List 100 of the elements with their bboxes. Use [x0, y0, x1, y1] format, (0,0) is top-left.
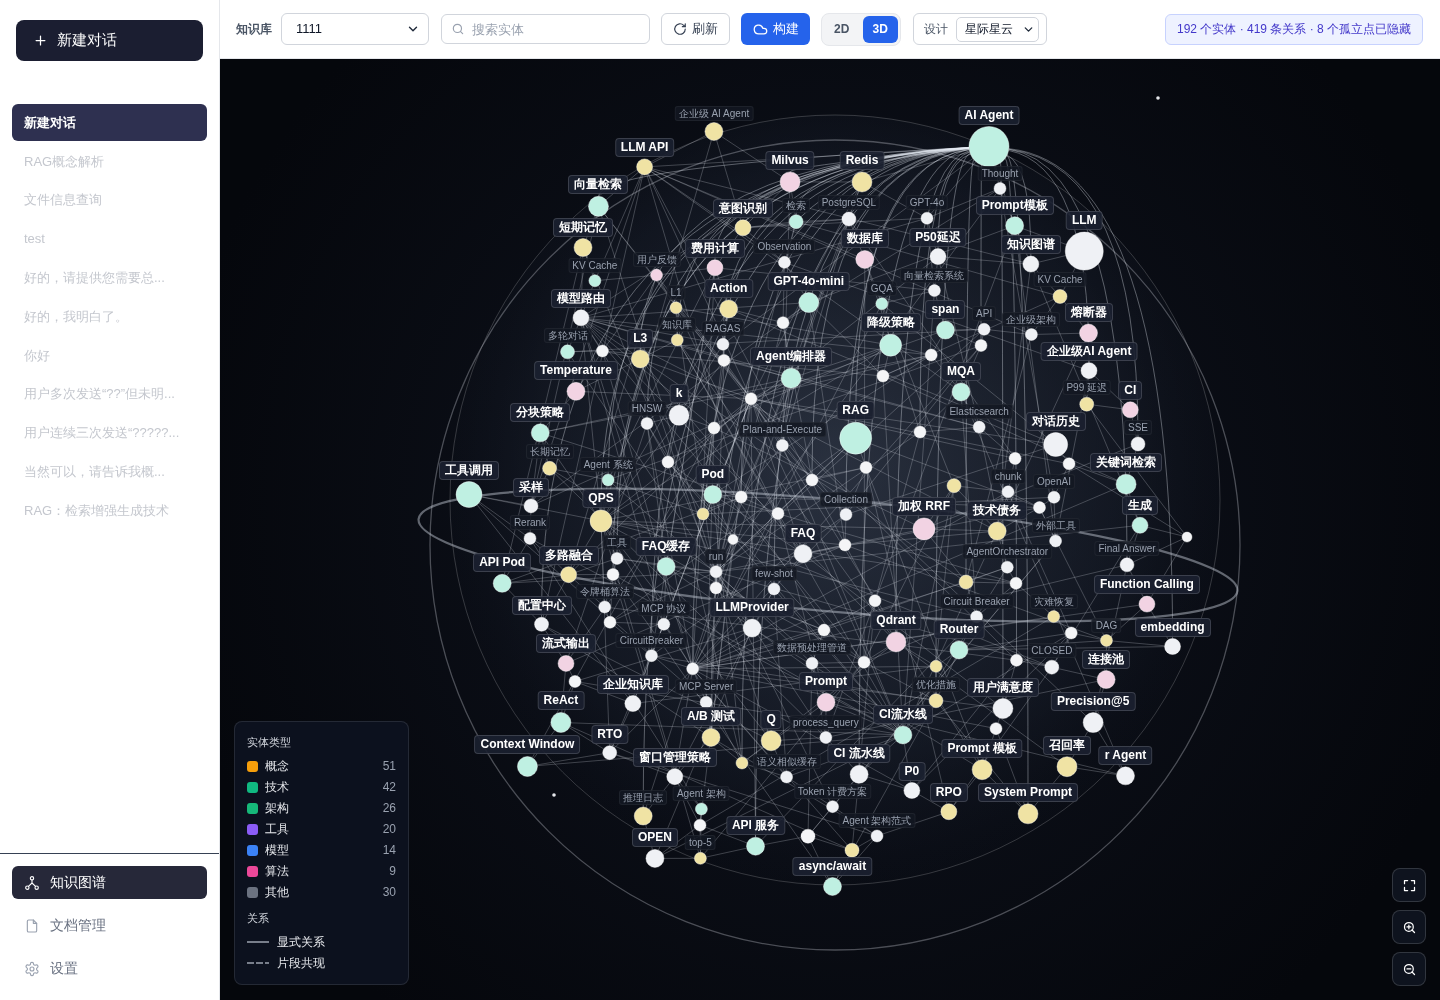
node-label: LLM API — [614, 137, 675, 157]
node-label: Rerank — [509, 515, 551, 531]
nav-item[interactable]: 文档管理 — [12, 909, 207, 942]
node-label: KV Cache — [1033, 272, 1087, 288]
node-label: span — [925, 300, 966, 320]
entity-type-name: 工具 — [265, 821, 289, 838]
relation-type-name: 片段共现 — [277, 955, 325, 972]
node-label: 企业级 AI Agent — [674, 105, 754, 121]
node-label: P99 延迟 — [1062, 380, 1111, 396]
knowledge-base-label: 知识库 — [236, 21, 272, 38]
star-dot — [552, 793, 556, 797]
zoom-out-icon — [1401, 961, 1417, 977]
node-label: 长期记忆 — [525, 444, 574, 460]
refresh-icon — [673, 22, 687, 36]
node-label: 推理日志 — [619, 790, 668, 805]
node-label: 向量检索 — [568, 175, 629, 195]
node-label: Agent编排器 — [750, 347, 833, 367]
node-label: RAG — [836, 401, 875, 421]
entity-type-count: 9 — [389, 863, 396, 880]
node-label: Observation — [753, 239, 816, 255]
fullscreen-icon — [1401, 877, 1417, 893]
solid-line-icon — [247, 940, 269, 944]
relation-type-name: 显式关系 — [277, 934, 325, 951]
node-label: CLOSED — [1027, 643, 1077, 659]
node-label: API Pod — [473, 553, 532, 573]
build-button[interactable]: 构建 — [741, 13, 810, 45]
node-label: 知识图谱 — [1000, 235, 1061, 255]
node-label: Context Window — [474, 735, 581, 755]
entity-type-name: 算法 — [265, 863, 289, 880]
node-label: 用户反馈 — [632, 252, 681, 268]
node-label: 降级策略 — [860, 313, 921, 333]
star-dot — [1156, 96, 1160, 100]
node-label: top-5 — [685, 835, 716, 851]
entity-type-count: 14 — [382, 842, 396, 859]
legend-title: 实体类型 — [247, 735, 291, 750]
settings-icon — [24, 960, 40, 977]
node-label: AI Agent — [958, 105, 1020, 125]
new-chat-button[interactable]: 新建对话 — [16, 20, 203, 61]
entity-type-count: 30 — [382, 884, 396, 901]
node-label: 关键词检索 — [1090, 453, 1163, 473]
node-label: Temperature — [534, 361, 618, 381]
search-field[interactable]: 搜索实体 — [441, 14, 650, 44]
node-label: AgentOrchestrator — [962, 544, 1053, 560]
node-label: A/B 测试 — [681, 707, 741, 727]
design-label: 设计 — [924, 21, 948, 38]
node-label: 工具 — [603, 535, 631, 551]
node-label: OPEN — [631, 828, 678, 848]
nav-item[interactable]: 设置 — [12, 952, 207, 985]
file-icon — [24, 917, 40, 934]
node-label: 配置中心 — [511, 596, 572, 616]
node-label: RAGAS — [701, 321, 745, 337]
node-label: 生成 — [1122, 496, 1158, 516]
node-label: ReAct — [537, 691, 585, 711]
theme-select[interactable]: 星际星云 — [956, 16, 1039, 42]
node-label: MCP 协议 — [637, 601, 691, 617]
node-label: Prompt — [799, 672, 853, 692]
node-label: LLM — [1065, 211, 1103, 231]
graph-stats-badge: 192 个实体 · 419 条关系 · 8 个孤立点已隐藏 — [1164, 13, 1423, 45]
node-label: 熔断器 — [1064, 303, 1113, 323]
entity-type-count: 20 — [382, 821, 396, 838]
nav-item[interactable]: 知识图谱 — [12, 866, 207, 899]
node-label: PostgreSQL — [817, 195, 881, 211]
node-label: Plan-and-Execute — [738, 422, 827, 438]
node-label: 工具调用 — [439, 460, 499, 480]
conversation-item[interactable]: 新建对话 — [12, 104, 207, 141]
zoom-in-button[interactable] — [1392, 910, 1426, 944]
entity-type-count: 42 — [382, 779, 396, 796]
search-icon — [451, 22, 465, 36]
view-mode-tab[interactable]: 3D — [862, 15, 898, 43]
entity-type-name: 其他 — [265, 884, 289, 901]
node-label: MCP Server — [675, 679, 738, 695]
node-label: r Agent — [1098, 745, 1153, 765]
entity-type-name: 概念 — [265, 758, 289, 775]
refresh-button[interactable]: 刷新 — [661, 13, 730, 45]
entity-type-name: 技术 — [265, 779, 289, 796]
node-label: 技术债务 — [967, 501, 1028, 521]
legend-title: 关系 — [247, 911, 269, 926]
node-label: OpenAI — [1033, 474, 1075, 490]
node-label: Function Calling — [1093, 575, 1200, 595]
fullscreen-button[interactable] — [1392, 868, 1426, 902]
node-label: API — [972, 306, 997, 322]
node-label: LLMProvider — [709, 598, 795, 618]
cloud-icon — [752, 21, 768, 37]
plus-icon — [33, 33, 48, 48]
entity-type-count: 51 — [382, 758, 396, 775]
node-label: 短期记忆 — [553, 217, 613, 237]
knowledge-base-select[interactable]: 1111 — [281, 13, 429, 45]
entity-type-name: 模型 — [265, 842, 289, 859]
node-label: API 服务 — [725, 816, 786, 836]
entity-type-count: 26 — [382, 800, 396, 817]
node-label: 数据库 — [840, 229, 889, 249]
node-label: GPT-4o — [905, 195, 949, 211]
node-label: k — [669, 384, 689, 404]
dashed-line-icon — [247, 961, 269, 965]
node-label: 数据预处理管道 — [773, 640, 851, 656]
zoom-out-button[interactable] — [1392, 952, 1426, 986]
entity-type-name: 架构 — [265, 800, 289, 817]
zoom-in-icon — [1401, 919, 1417, 935]
node-label: 流式输出 — [536, 634, 596, 654]
view-mode-tab[interactable]: 2D — [824, 15, 860, 43]
